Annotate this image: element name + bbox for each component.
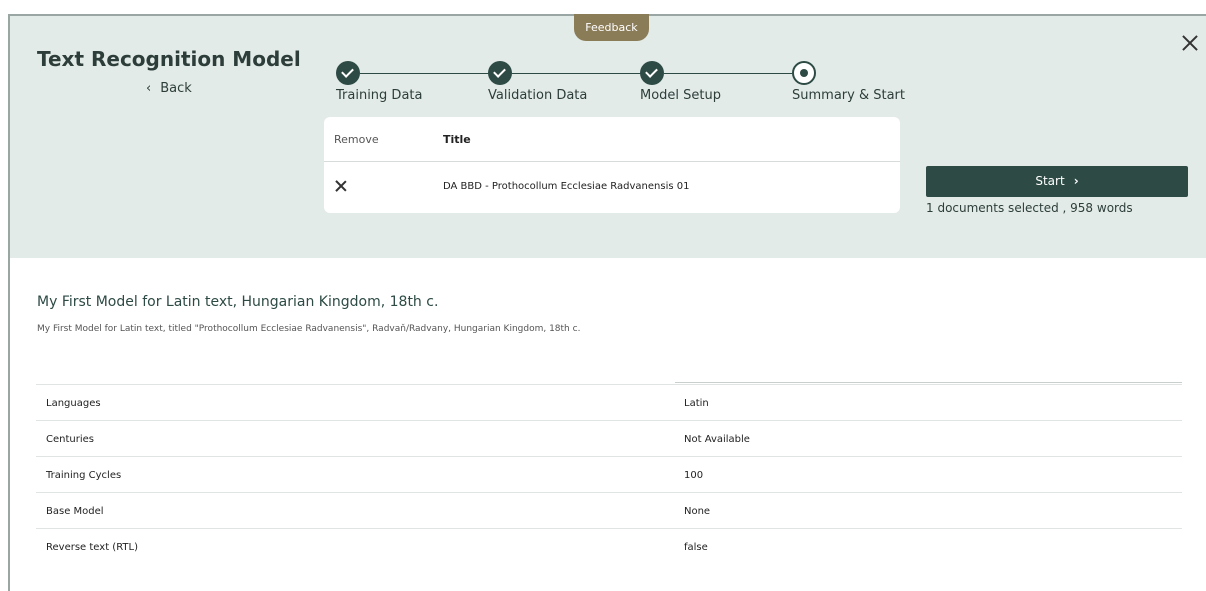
step-check-icon[interactable] <box>336 61 360 85</box>
model-name: My First Model for Latin text, Hungarian… <box>37 294 439 310</box>
property-key: Centuries <box>46 434 94 445</box>
step-label-validation-data[interactable]: Validation Data <box>488 88 587 103</box>
chevron-right-icon: › <box>1073 174 1079 188</box>
table-header: Remove Title <box>324 117 900 162</box>
property-row: Training Cycles 100 <box>36 456 1182 492</box>
chevron-left-icon: ‹ <box>146 81 152 96</box>
divider <box>675 382 1182 383</box>
page-title: Text Recognition Model <box>37 47 301 71</box>
back-button[interactable]: ‹ Back <box>146 81 192 96</box>
property-value: None <box>684 506 711 517</box>
property-key: Base Model <box>46 506 104 517</box>
property-row: Base Model None <box>36 492 1182 528</box>
step-connector <box>360 73 500 74</box>
step-current-icon[interactable] <box>792 61 816 85</box>
step-check-icon[interactable] <box>640 61 664 85</box>
step-connector <box>664 73 792 74</box>
step-label-training-data[interactable]: Training Data <box>336 88 422 103</box>
property-value: Latin <box>684 398 709 409</box>
property-value: 100 <box>684 470 704 481</box>
property-row: Languages Latin <box>36 384 1182 420</box>
property-value: Not Available <box>684 434 750 445</box>
step-label-model-setup[interactable]: Model Setup <box>640 88 721 103</box>
column-header-remove: Remove <box>334 133 379 146</box>
model-description: My First Model for Latin text, titled "P… <box>37 324 581 334</box>
wizard-stepper: Training Data Validation Data Model Setu… <box>320 60 920 110</box>
model-properties-table: Languages Latin Centuries Not Available … <box>36 384 1182 564</box>
step-check-icon[interactable] <box>488 61 512 85</box>
selection-summary: 1 documents selected , 958 words <box>926 201 1133 215</box>
column-header-title: Title <box>443 133 471 146</box>
start-button-label: Start <box>1035 174 1065 188</box>
property-value: false <box>684 542 708 553</box>
selected-documents-table: Remove Title DA BBD - Prothocollum Eccle… <box>324 117 900 213</box>
back-label: Back <box>160 81 192 96</box>
property-key: Training Cycles <box>46 470 122 481</box>
step-label-summary-start[interactable]: Summary & Start <box>792 88 905 103</box>
feedback-tab[interactable]: Feedback <box>574 14 649 41</box>
remove-icon[interactable] <box>335 180 347 192</box>
property-row: Centuries Not Available <box>36 420 1182 456</box>
start-button[interactable]: Start › <box>926 166 1188 197</box>
property-key: Languages <box>46 398 101 409</box>
document-title: DA BBD - Prothocollum Ecclesiae Radvanen… <box>443 181 690 192</box>
step-connector <box>512 73 652 74</box>
close-icon[interactable] <box>1180 33 1200 53</box>
property-key: Reverse text (RTL) <box>46 542 138 553</box>
property-row: Reverse text (RTL) false <box>36 528 1182 564</box>
